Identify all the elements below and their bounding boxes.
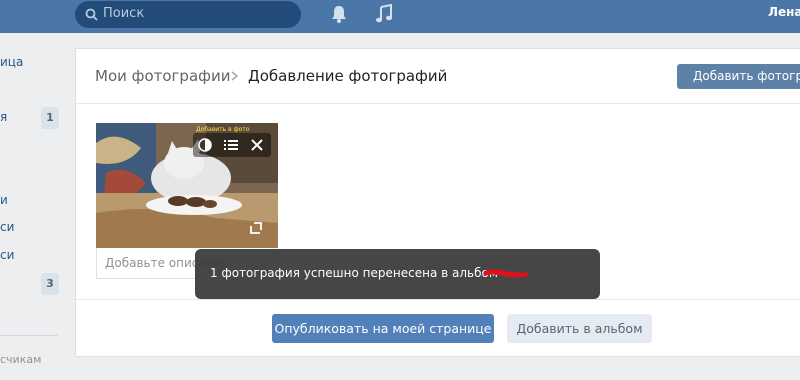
sidebar-item-label[interactable]: я (0, 110, 7, 124)
sidebar-item-label[interactable]: ица (0, 55, 23, 69)
sidebar-divider (0, 335, 58, 336)
upload-card: Мои фотографии Добавление фотографий Доб… (75, 48, 800, 357)
filter-icon[interactable] (197, 137, 213, 153)
card-footer: Опубликовать на моей странице Добавить в… (76, 299, 800, 357)
toast-message: 1 фотография успешно перенесена в альбом (210, 266, 498, 280)
bell-icon[interactable] (330, 4, 348, 24)
sidebar-counter-badge: 3 (41, 273, 59, 295)
chevron-right-icon (231, 71, 239, 81)
rotate-icon[interactable] (248, 220, 264, 236)
photo-caption: Добавить в фото (196, 126, 250, 133)
search-input[interactable]: Поиск (103, 6, 144, 21)
sidebar-item-label[interactable]: и (0, 193, 8, 207)
notification-toast: 1 фотография успешно перенесена в альбом (195, 249, 600, 299)
music-icon[interactable] (375, 4, 393, 24)
add-to-album-button[interactable]: Добавить в альбом (507, 314, 652, 343)
sidebar-item-label[interactable]: си (0, 248, 14, 262)
breadcrumb-my-photos[interactable]: Мои фотографии (95, 67, 230, 85)
user-name[interactable]: Лена (768, 5, 800, 19)
search-icon (85, 8, 98, 21)
page-title: Добавление фотографий (248, 67, 448, 85)
publish-button[interactable]: Опубликовать на моей странице (272, 314, 494, 343)
sidebar-item-label[interactable]: си (0, 220, 14, 234)
add-photos-button[interactable]: Добавить фотографии (677, 64, 800, 89)
top-bar: Поиск Лена (0, 0, 800, 33)
card-header: Мои фотографии Добавление фотографий Доб… (76, 49, 800, 104)
photo-tools (193, 133, 271, 157)
sidebar-footer-link[interactable]: счикам (0, 353, 41, 366)
list-icon[interactable] (223, 137, 239, 153)
search-field[interactable]: Поиск (75, 1, 301, 28)
redaction-mark (484, 269, 528, 278)
photo-thumbnail[interactable]: Добавить в фото (96, 123, 278, 248)
sidebar-counter-badge: 1 (41, 107, 59, 129)
close-icon[interactable] (249, 137, 265, 153)
